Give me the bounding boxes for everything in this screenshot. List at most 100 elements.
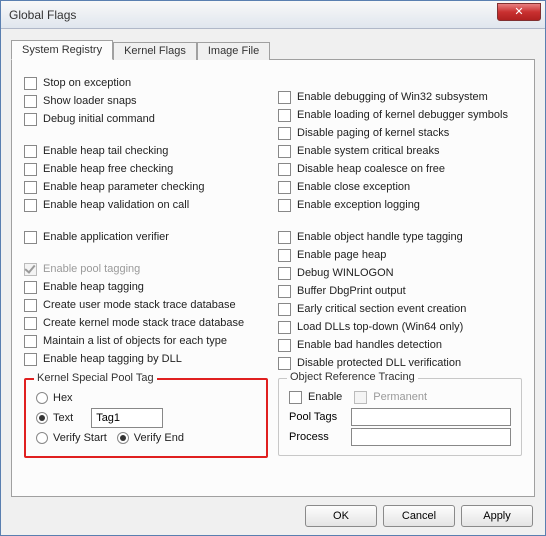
radio-hex[interactable] [36, 392, 48, 404]
option-row: Enable heap tail checking [24, 142, 268, 160]
option-row: Enable heap validation on call [24, 196, 268, 214]
checkbox[interactable] [24, 163, 37, 176]
checkbox-label: Enable heap tagging by DLL [43, 353, 182, 365]
checkbox[interactable] [278, 321, 291, 334]
option-row: Enable page heap [278, 246, 522, 264]
radio-verify-start-label: Verify Start [53, 432, 107, 444]
checkbox[interactable] [24, 317, 37, 330]
checkbox[interactable] [24, 281, 37, 294]
checkbox[interactable] [24, 299, 37, 312]
spacer [24, 128, 268, 142]
checkbox-label: Enable exception logging [297, 199, 420, 211]
option-row: Stop on exception [24, 74, 268, 92]
close-button[interactable]: ✕ [497, 3, 541, 21]
checkbox-label: Enable pool tagging [43, 263, 140, 275]
checkbox-label: Create kernel mode stack trace database [43, 317, 244, 329]
option-row: Debug initial command [24, 110, 268, 128]
option-row: Disable heap coalesce on free [278, 160, 522, 178]
checkbox-label: Enable heap tail checking [43, 145, 168, 157]
spacer [24, 214, 268, 228]
cancel-button[interactable]: Cancel [383, 505, 455, 527]
radio-verify-start[interactable] [36, 432, 48, 444]
checkbox-label: Disable heap coalesce on free [297, 163, 445, 175]
checkbox[interactable] [278, 91, 291, 104]
option-row: Load DLLs top-down (Win64 only) [278, 318, 522, 336]
option-row: Enable system critical breaks [278, 142, 522, 160]
option-row: Disable protected DLL verification [278, 354, 522, 372]
dialog-window: Global Flags ✕ System Registry Kernel Fl… [0, 0, 546, 536]
group-legend: Object Reference Tracing [287, 371, 418, 383]
option-row: Enable debugging of Win32 subsystem [278, 88, 522, 106]
checkbox[interactable] [24, 145, 37, 158]
checkbox[interactable] [24, 77, 37, 90]
checkbox[interactable] [278, 231, 291, 244]
checkbox[interactable] [278, 249, 291, 262]
checkbox[interactable] [278, 145, 291, 158]
ok-button[interactable]: OK [305, 505, 377, 527]
checkbox-label: Enable application verifier [43, 231, 169, 243]
checkbox-label: Disable protected DLL verification [297, 357, 461, 369]
checkbox[interactable] [278, 303, 291, 316]
checkbox-label: Enable heap free checking [43, 163, 173, 175]
option-row: Enable heap free checking [24, 160, 268, 178]
checkbox-label: Enable debugging of Win32 subsystem [297, 91, 488, 103]
checkbox-label: Enable heap parameter checking [43, 181, 204, 193]
checkbox[interactable] [278, 199, 291, 212]
checkbox-label: Disable paging of kernel stacks [297, 127, 449, 139]
option-row: Buffer DbgPrint output [278, 282, 522, 300]
tab-system-registry[interactable]: System Registry [11, 40, 113, 60]
radio-text[interactable] [36, 412, 48, 424]
tab-panel: Stop on exceptionShow loader snaps Debug … [11, 59, 535, 497]
checkbox-label: Enable close exception [297, 181, 410, 193]
checkbox[interactable] [24, 231, 37, 244]
checkbox-label: Load DLLs top-down (Win64 only) [297, 321, 463, 333]
dialog-buttons: OK Cancel Apply [11, 497, 535, 529]
tab-kernel-flags[interactable]: Kernel Flags [113, 42, 197, 60]
pool-tags-input[interactable] [351, 408, 511, 426]
left-column: Stop on exceptionShow loader snaps Debug … [24, 74, 268, 372]
checkbox[interactable] [24, 353, 37, 366]
checkbox-ort-permanent-label: Permanent [373, 391, 427, 403]
checkbox[interactable] [278, 267, 291, 280]
checkbox[interactable] [278, 357, 291, 370]
checkbox-label: Debug WINLOGON [297, 267, 394, 279]
checkbox-label: Create user mode stack trace database [43, 299, 236, 311]
checkbox-ort-enable[interactable] [289, 391, 302, 404]
checkbox[interactable] [24, 199, 37, 212]
pool-tags-label: Pool Tags [289, 411, 347, 423]
pool-tag-input[interactable] [91, 408, 163, 428]
checkbox[interactable] [24, 181, 37, 194]
checkbox[interactable] [278, 109, 291, 122]
option-row: Show loader snaps [24, 92, 268, 110]
apply-button[interactable]: Apply [461, 505, 533, 527]
option-row: Enable loading of kernel debugger symbol… [278, 106, 522, 124]
checkbox-label: Enable object handle type tagging [297, 231, 463, 243]
option-row: Maintain a list of objects for each type [24, 332, 268, 350]
checkbox[interactable] [24, 335, 37, 348]
client-area: System Registry Kernel Flags Image File … [1, 29, 545, 535]
option-row: Enable pool tagging [24, 260, 268, 278]
checkbox[interactable] [278, 181, 291, 194]
checkbox-label: Debug initial command [43, 113, 155, 125]
checkbox-label: Maintain a list of objects for each type [43, 335, 227, 347]
option-row: Create kernel mode stack trace database [24, 314, 268, 332]
tab-image-file[interactable]: Image File [197, 42, 270, 60]
option-row: Disable paging of kernel stacks [278, 124, 522, 142]
tabstrip: System Registry Kernel Flags Image File [11, 40, 535, 60]
checkbox[interactable] [24, 95, 37, 108]
checkbox[interactable] [278, 339, 291, 352]
checkbox[interactable] [278, 163, 291, 176]
spacer [24, 246, 268, 260]
checkbox[interactable] [278, 127, 291, 140]
radio-verify-end[interactable] [117, 432, 129, 444]
groupbox-row: Kernel Special Pool Tag Hex Text [24, 372, 522, 458]
option-row: Enable object handle type tagging [278, 228, 522, 246]
checkbox[interactable] [24, 113, 37, 126]
radio-text-label: Text [53, 412, 73, 424]
process-input[interactable] [351, 428, 511, 446]
checkbox[interactable] [278, 285, 291, 298]
option-row: Enable heap parameter checking [24, 178, 268, 196]
option-row: Debug WINLOGON [278, 264, 522, 282]
group-legend: Kernel Special Pool Tag [34, 372, 157, 384]
checkbox [24, 263, 37, 276]
